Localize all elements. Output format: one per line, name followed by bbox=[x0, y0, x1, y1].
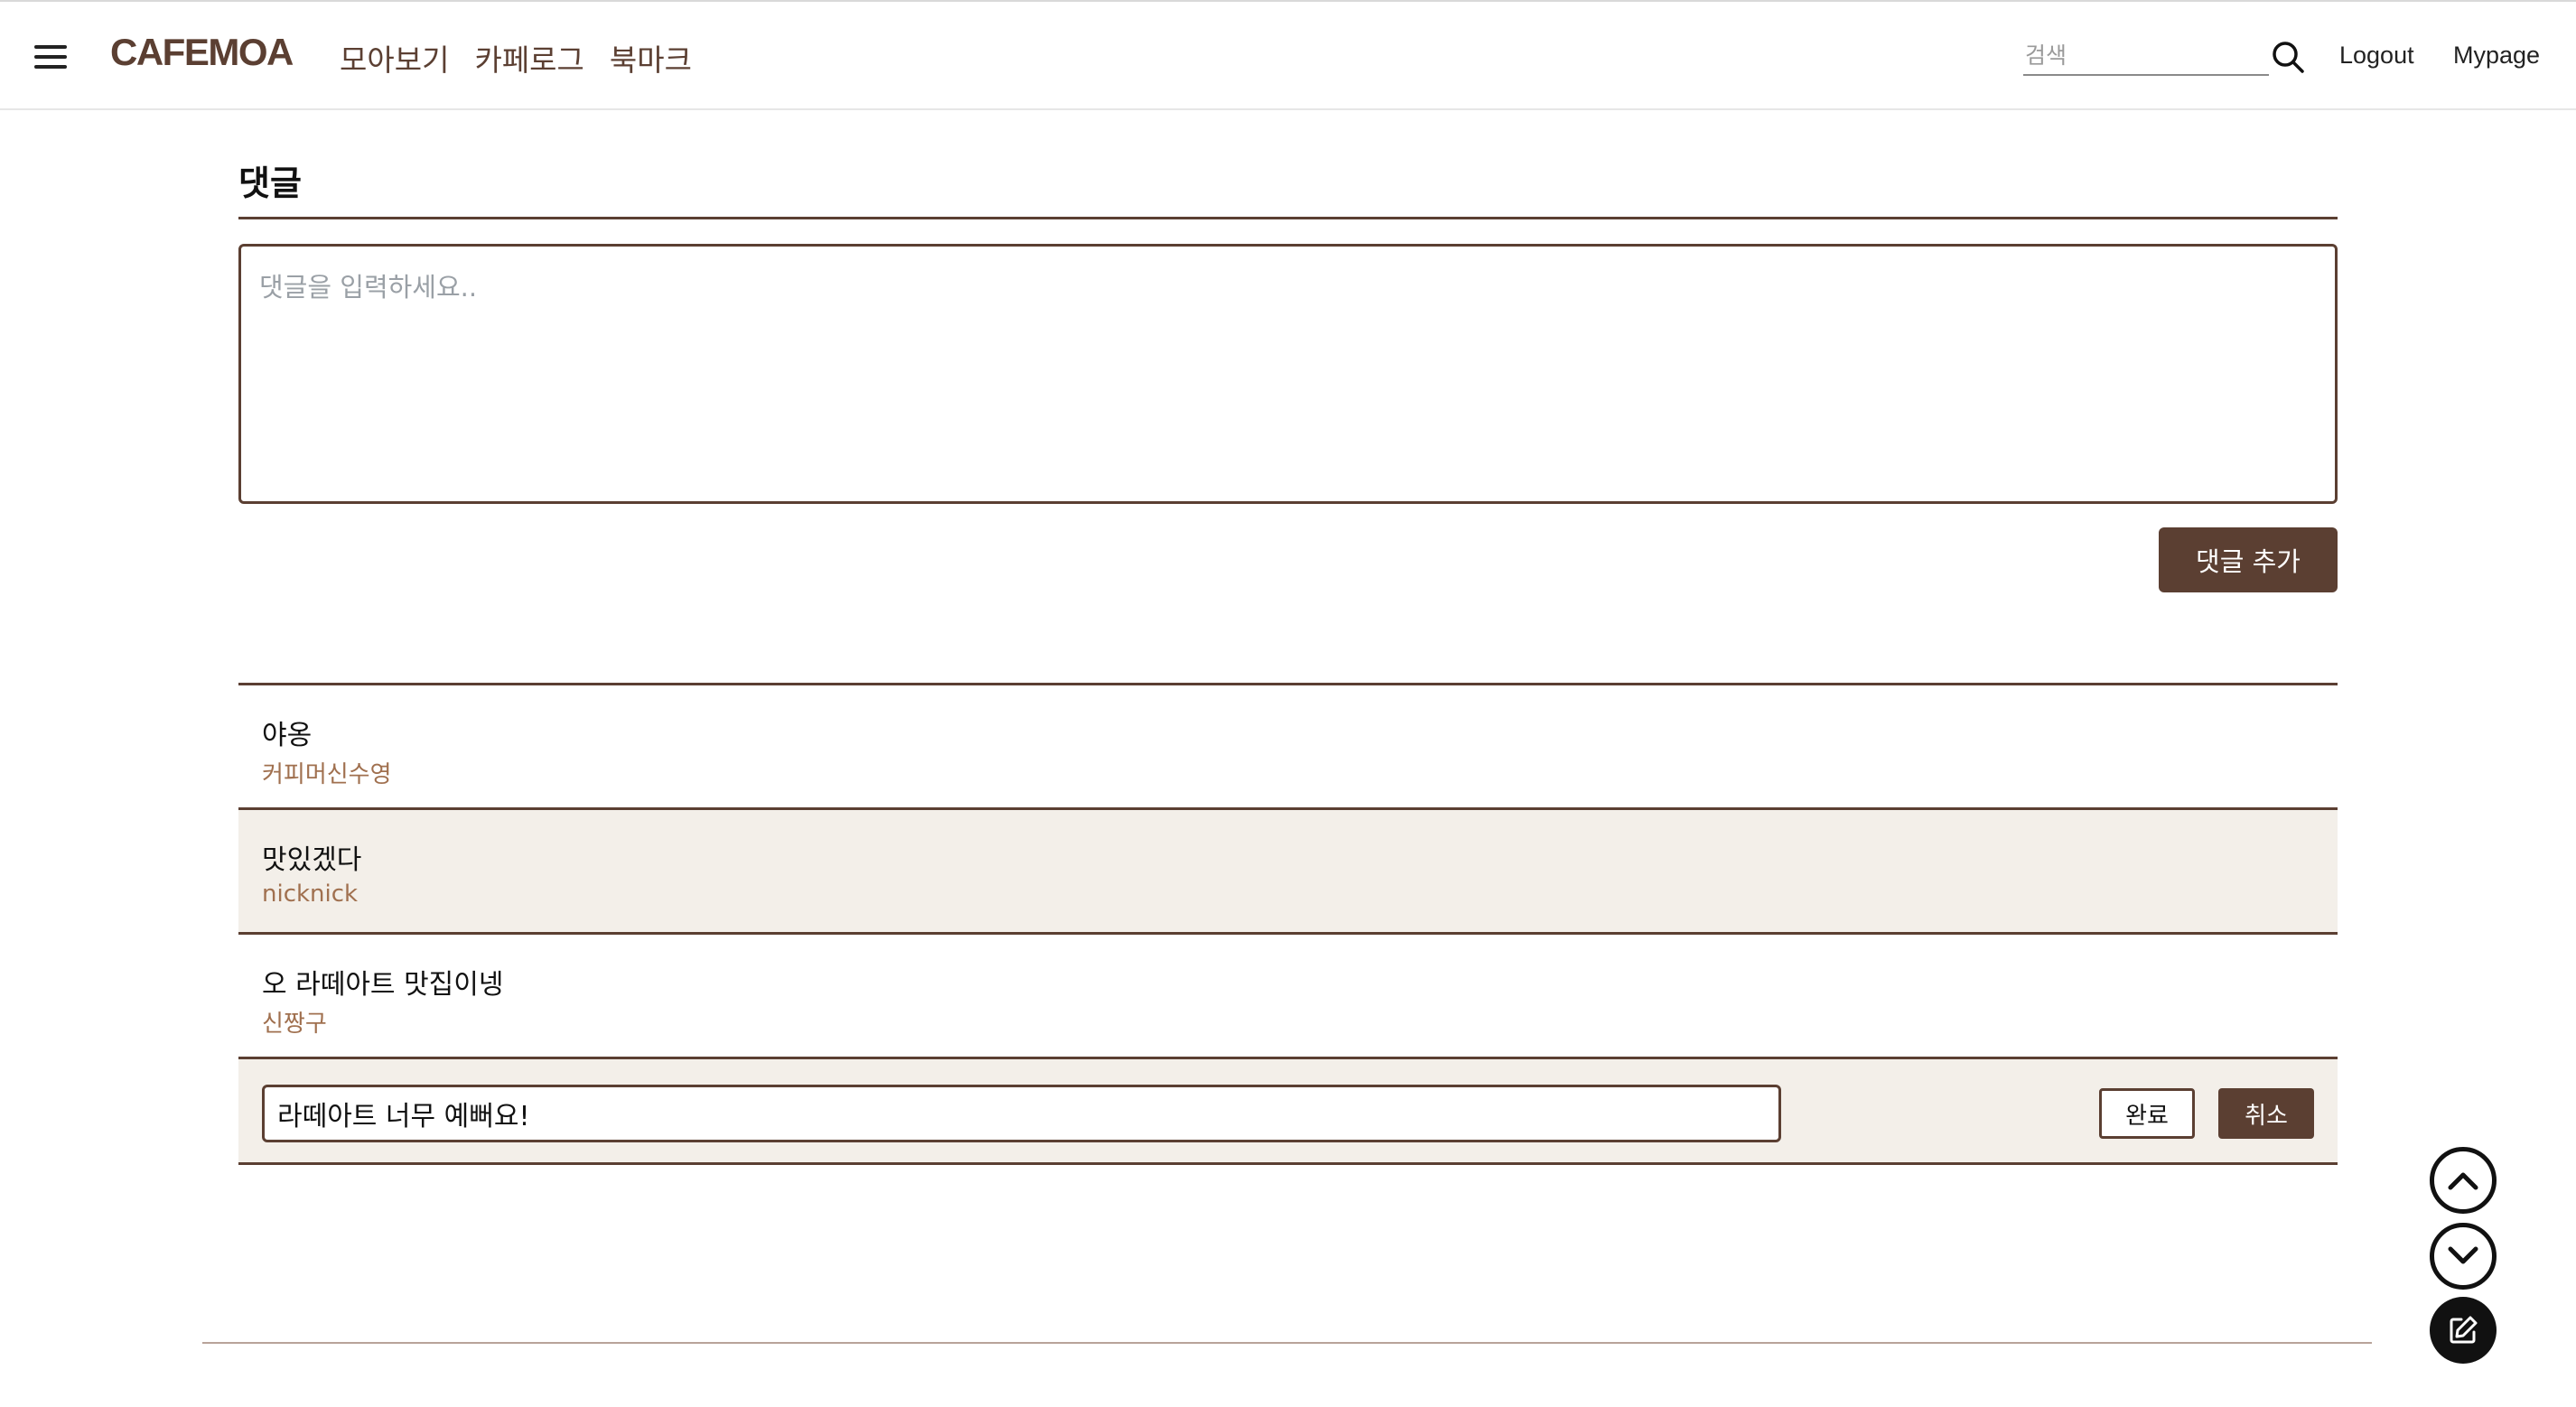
comment-list: 야옹 커피머신수영 맛있겠다 nicknick 오 라떼아트 맛집이넹 신짱구 … bbox=[238, 683, 2338, 1165]
scroll-up-icon bbox=[2448, 1172, 2478, 1190]
comment-author: 신짱구 bbox=[262, 1011, 327, 1038]
main-nav: 모아보기 카페로그 북마크 bbox=[340, 36, 692, 79]
nav-item-cafelog[interactable]: 카페로그 bbox=[474, 36, 583, 79]
mypage-link[interactable]: Mypage bbox=[2453, 42, 2540, 70]
hamburger-menu-icon[interactable] bbox=[34, 43, 67, 69]
comment-item: 맛있겠다 nicknick bbox=[238, 807, 2338, 932]
top-navbar: CAFEMOA 모아보기 카페로그 북마크 Logout Mypage bbox=[0, 0, 2576, 110]
comment-author: 커피머신수영 bbox=[262, 761, 392, 788]
title-divider bbox=[238, 217, 2338, 219]
nav-item-collection[interactable]: 모아보기 bbox=[340, 36, 449, 79]
comment-input[interactable] bbox=[238, 244, 2338, 504]
search-icon[interactable] bbox=[2271, 40, 2305, 74]
comment-edit-row: 완료 취소 bbox=[238, 1057, 2338, 1165]
comment-item: 오 라떼아트 맛집이넹 신짱구 bbox=[238, 932, 2338, 1057]
scroll-down-icon bbox=[2448, 1246, 2478, 1264]
site-logo[interactable]: CAFEMOA bbox=[110, 31, 294, 74]
search-input[interactable] bbox=[2025, 40, 2260, 70]
add-comment-button[interactable]: 댓글 추가 bbox=[2159, 527, 2338, 592]
done-button[interactable]: 완료 bbox=[2099, 1088, 2195, 1139]
scroll-up-button[interactable] bbox=[2430, 1147, 2497, 1214]
search-field bbox=[2023, 36, 2269, 76]
logout-link[interactable]: Logout bbox=[2339, 42, 2414, 70]
edit-comment-input[interactable] bbox=[262, 1085, 1781, 1142]
comment-text: 야옹 bbox=[262, 720, 313, 751]
write-post-button[interactable] bbox=[2430, 1297, 2497, 1364]
comments-title: 댓글 bbox=[238, 163, 302, 203]
nav-item-bookmark[interactable]: 북마크 bbox=[610, 36, 692, 79]
comment-text: 오 라떼아트 맛집이넹 bbox=[262, 969, 504, 1001]
comment-text: 맛있겠다 bbox=[262, 844, 362, 876]
scroll-down-button[interactable] bbox=[2430, 1223, 2497, 1290]
edit-icon bbox=[2450, 1316, 2478, 1344]
cancel-button[interactable]: 취소 bbox=[2218, 1088, 2314, 1139]
footer-divider bbox=[202, 1342, 2372, 1344]
comment-item: 야옹 커피머신수영 bbox=[238, 683, 2338, 807]
comment-author: nicknick bbox=[262, 881, 359, 908]
